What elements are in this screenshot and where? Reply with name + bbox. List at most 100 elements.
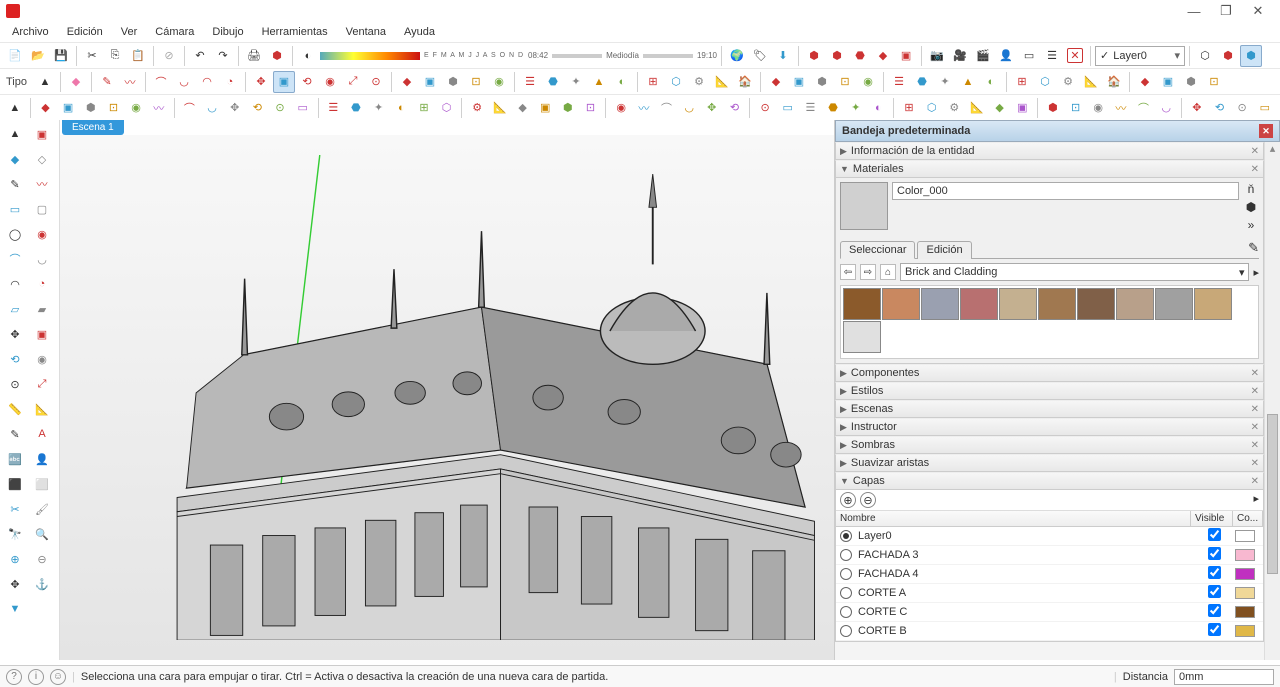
layer-row[interactable]: CORTE C (836, 603, 1263, 622)
tool3-6-icon[interactable]: ⌒ (179, 97, 201, 119)
panel-instructor[interactable]: ▶Instructor✕ (835, 418, 1264, 436)
undo-icon[interactable]: ↶ (189, 45, 211, 67)
panel-scenes[interactable]: ▶Escenas✕ (835, 400, 1264, 418)
plugin-20-icon[interactable]: ☰ (888, 71, 910, 93)
select2-icon[interactable]: ▲ (4, 97, 26, 119)
lt-23-icon[interactable]: 📐 (29, 397, 55, 421)
plugin-9-icon[interactable]: ◐ (611, 71, 633, 93)
tool3-51-icon[interactable]: ▭ (1254, 97, 1276, 119)
dropdown-icon[interactable]: » (1243, 218, 1259, 234)
scene-tab[interactable]: Escena 1 (62, 120, 124, 135)
plugin-32-icon[interactable]: ⬢ (1180, 71, 1202, 93)
plugin-8-icon[interactable]: ▲ (588, 71, 610, 93)
swatch-7[interactable] (1116, 288, 1154, 320)
lt-14-icon[interactable]: ▱ (2, 297, 28, 321)
menu-cámara[interactable]: Cámara (147, 24, 202, 40)
scale-icon[interactable]: ⤢ (342, 71, 364, 93)
lt-19-icon[interactable]: ◉ (29, 347, 55, 371)
plugin-26-icon[interactable]: ⬡ (1034, 71, 1056, 93)
layer-color-swatch[interactable] (1235, 549, 1255, 561)
plugin-24-icon[interactable]: ◐ (980, 71, 1002, 93)
panel-materials[interactable]: ▼Materiales✕ (835, 160, 1264, 178)
layer-visible-checkbox[interactable] (1193, 585, 1235, 601)
plugin-15-icon[interactable]: ◆ (765, 71, 787, 93)
lt-17-icon[interactable]: ▣ (29, 322, 55, 346)
time-slider[interactable] (552, 54, 602, 58)
plugin-17-icon[interactable]: ⬢ (811, 71, 833, 93)
tool3-28-icon[interactable]: ✥ (701, 97, 723, 119)
cat-fwd-icon[interactable]: ⇨ (860, 264, 876, 280)
tool3-11-icon[interactable]: ▭ (292, 97, 314, 119)
cat-back-icon[interactable]: ⇦ (840, 264, 856, 280)
swatch-4[interactable] (999, 288, 1037, 320)
tool3-22-icon[interactable]: ⬢ (557, 97, 579, 119)
lt-29-icon[interactable]: ⬜ (29, 472, 55, 496)
save-icon[interactable]: 💾 (50, 45, 72, 67)
lt-34-icon[interactable]: ⊕ (2, 547, 28, 571)
walk-icon[interactable]: 👤 (995, 45, 1017, 67)
line-icon[interactable]: ✎ (96, 71, 118, 93)
swatch-0[interactable] (843, 288, 881, 320)
plugin-6-icon[interactable]: ⬣ (542, 71, 564, 93)
lt-4-icon[interactable]: ✎ (2, 172, 28, 196)
tool3-19-icon[interactable]: 📐 (489, 97, 511, 119)
plugin-27-icon[interactable]: ⚙ (1057, 71, 1079, 93)
tool3-46-icon[interactable]: ⌒ (1133, 97, 1155, 119)
lt-32-icon[interactable]: 🔭 (2, 522, 28, 546)
layer-row[interactable]: Layer0 (836, 527, 1263, 546)
ext2-icon[interactable]: ◆ (872, 45, 894, 67)
tray-close-icon[interactable]: ✕ (1259, 124, 1273, 138)
layer-row[interactable]: FACHADA 3 (836, 546, 1263, 565)
plugin-28-icon[interactable]: 📐 (1080, 71, 1102, 93)
lt-20-icon[interactable]: ⊙ (2, 372, 28, 396)
tool3-1-icon[interactable]: ▣ (57, 97, 79, 119)
lt-10-icon[interactable]: ⌒ (2, 247, 28, 271)
lt-11-icon[interactable]: ◡ (29, 247, 55, 271)
time-slider-2[interactable] (643, 54, 693, 58)
tool3-13-icon[interactable]: ⬣ (345, 97, 367, 119)
tool3-35-icon[interactable]: ◐ (868, 97, 890, 119)
tool3-3-icon[interactable]: ⊡ (103, 97, 125, 119)
camera-icon[interactable]: 📷 (926, 45, 948, 67)
swatch-5[interactable] (1038, 288, 1076, 320)
tool3-34-icon[interactable]: ✦ (845, 97, 867, 119)
tool3-10-icon[interactable]: ⊙ (269, 97, 291, 119)
tool3-26-icon[interactable]: ⌒ (656, 97, 678, 119)
lt-35-icon[interactable]: ⊖ (29, 547, 55, 571)
download-icon[interactable]: ⬇ (772, 45, 794, 67)
plugin-5-icon[interactable]: ☰ (519, 71, 541, 93)
nav3-icon[interactable]: ⬢ (1240, 45, 1262, 67)
layer-visible-checkbox[interactable] (1193, 528, 1235, 544)
close-button[interactable]: ✕ (1242, 0, 1274, 22)
plugin-33-icon[interactable]: ⊡ (1203, 71, 1225, 93)
copy-icon[interactable]: ⎘ (104, 45, 126, 67)
lt-21-icon[interactable]: ⤢ (29, 372, 55, 396)
lt-5-icon[interactable]: 〰 (29, 172, 55, 196)
layer-visible-checkbox[interactable] (1193, 604, 1235, 620)
lt-28-icon[interactable]: ⬛ (2, 472, 28, 496)
panel-shadows[interactable]: ▶Sombras✕ (835, 436, 1264, 454)
tool3-20-icon[interactable]: ◆ (512, 97, 534, 119)
remove-layer-icon[interactable]: ⊖ (860, 492, 876, 508)
tool3-25-icon[interactable]: 〰 (633, 97, 655, 119)
tool3-23-icon[interactable]: ⊡ (580, 97, 602, 119)
delete-icon[interactable]: ⊘ (158, 45, 180, 67)
tool3-12-icon[interactable]: ☰ (322, 97, 344, 119)
layer-selector[interactable]: ✓Layer0 (1095, 46, 1185, 66)
cut-icon[interactable]: ✂ (81, 45, 103, 67)
lt-26-icon[interactable]: 🔤 (2, 447, 28, 471)
plugin-12-icon[interactable]: ⚙ (688, 71, 710, 93)
layer-row[interactable]: CORTE B (836, 622, 1263, 641)
lt-37-icon[interactable]: ⚓ (29, 572, 55, 596)
move-icon[interactable]: ✥ (250, 71, 272, 93)
cat-home-icon[interactable]: ⌂ (880, 264, 896, 280)
tool3-48-icon[interactable]: ✥ (1186, 97, 1208, 119)
lt-2-icon[interactable]: ◆ (2, 147, 28, 171)
lt-0-icon[interactable]: ▲ (2, 122, 28, 146)
ext3-icon[interactable]: ▣ (895, 45, 917, 67)
lt-3-icon[interactable]: ◇ (29, 147, 55, 171)
plugin-31-icon[interactable]: ▣ (1157, 71, 1179, 93)
geo-icon[interactable]: 🌍 (726, 45, 748, 67)
plugin-14-icon[interactable]: 🏠 (734, 71, 756, 93)
plugin-21-icon[interactable]: ⬣ (911, 71, 933, 93)
